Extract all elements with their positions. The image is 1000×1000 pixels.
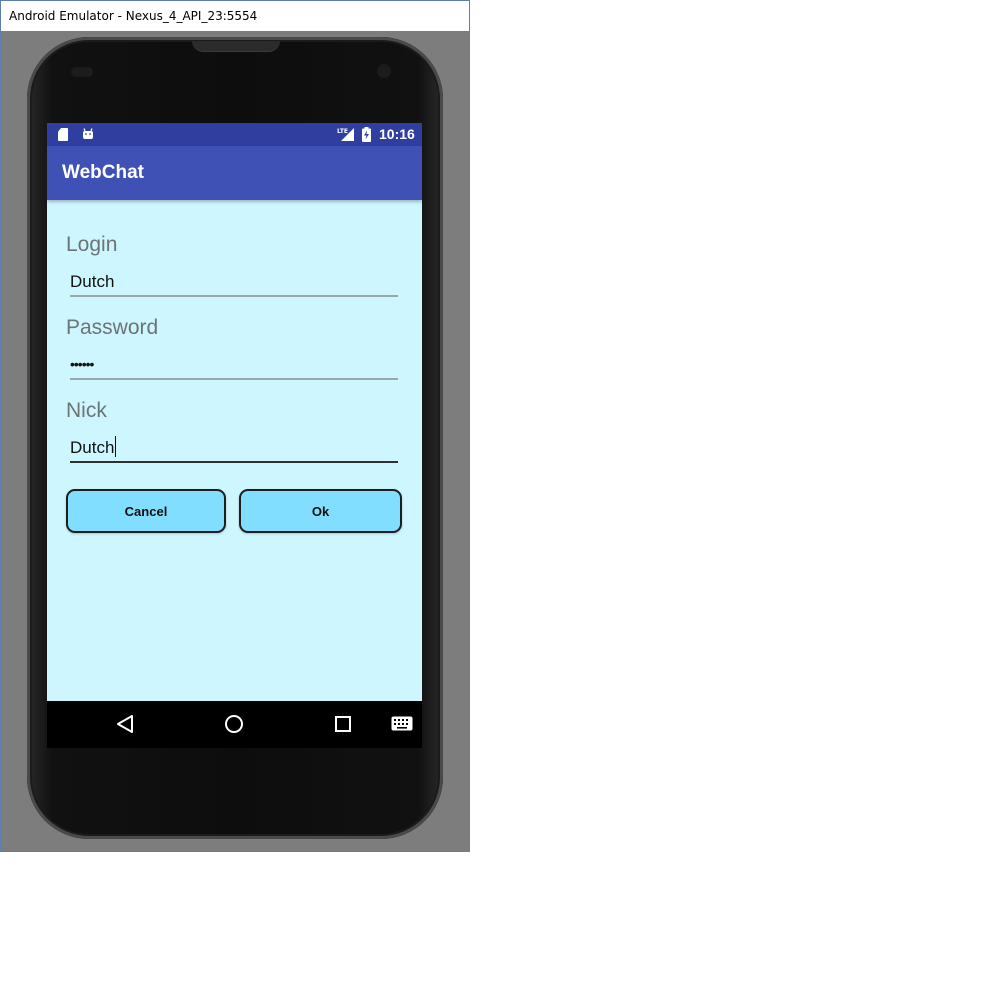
ok-button-label: Ok	[311, 503, 330, 519]
keyboard-icon[interactable]	[391, 716, 413, 732]
window-title: Android Emulator - Nexus_4_API_23:5554	[9, 9, 258, 23]
cancel-button-label: Cancel	[124, 503, 168, 519]
lte-signal-icon: LTE	[337, 128, 354, 141]
proximity-sensor	[71, 67, 93, 77]
sd-card-icon	[58, 128, 68, 141]
app-title: WebChat	[62, 162, 144, 183]
cancel-button[interactable]: Cancel	[66, 489, 226, 533]
status-bar: LTE 10:16	[47, 123, 422, 146]
text-cursor	[115, 436, 117, 457]
nick-field[interactable]: Dutch	[70, 431, 398, 463]
login-value: Dutch	[70, 272, 115, 291]
ok-button[interactable]: Ok	[239, 489, 402, 533]
window-titlebar[interactable]: Android Emulator - Nexus_4_API_23:5554	[1, 1, 469, 31]
recents-icon[interactable]	[334, 714, 352, 734]
phone-screen: LTE 10:16 WebChat Login Dutch Password •…	[47, 123, 422, 748]
android-debug-icon	[83, 128, 93, 139]
earpiece-speaker	[192, 41, 280, 52]
password-label: Password	[66, 316, 159, 339]
svg-text:LTE: LTE	[337, 128, 348, 135]
password-value: ••••••	[70, 356, 94, 372]
status-time: 10:16	[379, 126, 415, 142]
battery-charging-icon	[362, 127, 371, 142]
back-icon[interactable]	[116, 714, 134, 734]
front-camera	[377, 64, 391, 78]
nick-value: Dutch	[70, 438, 115, 457]
nick-label: Nick	[66, 399, 107, 422]
emulator-window: Android Emulator - Nexus_4_API_23:5554 L…	[0, 0, 470, 852]
navigation-bar	[47, 701, 422, 748]
app-toolbar: WebChat	[47, 146, 422, 200]
nick-value-wrap: Dutch	[70, 436, 117, 458]
login-field[interactable]: Dutch	[70, 265, 398, 297]
password-field[interactable]: ••••••	[70, 348, 398, 380]
home-icon[interactable]	[224, 714, 244, 734]
login-label: Login	[66, 233, 118, 256]
